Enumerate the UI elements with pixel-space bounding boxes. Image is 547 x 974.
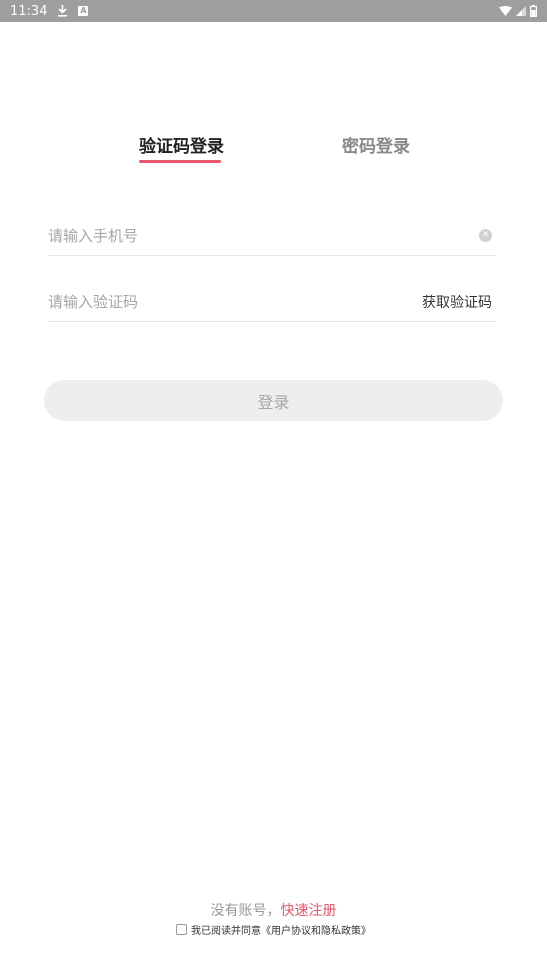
login-button[interactable]: 登录 <box>44 380 503 421</box>
code-input[interactable] <box>48 292 422 311</box>
no-account-text: 没有账号， <box>210 903 281 919</box>
phone-input[interactable] <box>48 226 479 245</box>
agreement-row: 我已阅读并同意《用户协议和隐私政策》 <box>0 922 547 937</box>
active-tab-indicator <box>139 160 221 163</box>
agree-checkbox[interactable] <box>176 924 187 935</box>
app-a-icon: A <box>78 6 89 16</box>
code-field: 获取验证码 <box>48 282 496 322</box>
battery-icon <box>530 5 537 17</box>
tab-password-login[interactable]: 密码登录 <box>342 132 410 157</box>
clear-icon[interactable]: ✕ <box>479 229 492 242</box>
register-link[interactable]: 快速注册 <box>281 903 337 919</box>
wifi-icon <box>499 6 512 16</box>
status-bar: 11:34 A <box>0 0 547 22</box>
login-tabs: 验证码登录 密码登录 <box>0 132 547 172</box>
status-time: 11:34 <box>10 3 48 19</box>
register-prompt: 没有账号，快速注册 <box>0 900 547 920</box>
phone-field: ✕ <box>48 216 496 256</box>
signal-icon <box>516 6 526 16</box>
get-code-button[interactable]: 获取验证码 <box>422 292 492 312</box>
download-icon <box>57 5 68 17</box>
tab-sms-login[interactable]: 验证码登录 <box>139 132 224 157</box>
agree-text[interactable]: 我已阅读并同意《用户协议和隐私政策》 <box>191 922 371 937</box>
